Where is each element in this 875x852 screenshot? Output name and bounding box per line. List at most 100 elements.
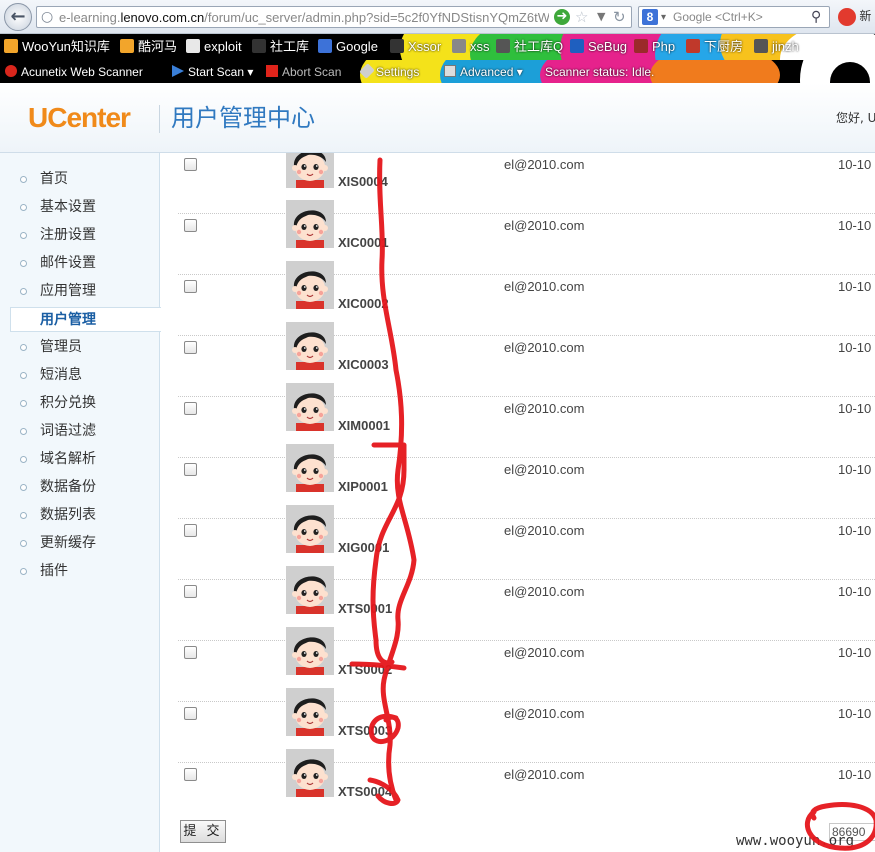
- row-checkbox[interactable]: [184, 463, 197, 476]
- go-arrow-icon[interactable]: ➜: [554, 9, 570, 25]
- bookmark-item[interactable]: exploit: [186, 38, 242, 56]
- chevron-down-icon[interactable]: ▾: [661, 10, 666, 25]
- sidebar-item-label: 数据备份: [40, 479, 96, 495]
- bookmark-item[interactable]: 下厨房: [686, 38, 743, 56]
- chevron-down-icon[interactable]: ▼: [597, 9, 605, 25]
- search-icon[interactable]: ⚲: [811, 8, 821, 26]
- bookmark-star-icon[interactable]: ☆: [575, 8, 588, 26]
- username[interactable]: XIP0001: [338, 479, 388, 495]
- sidebar-item-label: 应用管理: [40, 283, 96, 299]
- user-reg-date: 10-10: [838, 340, 872, 355]
- bookmark-item[interactable]: Php: [634, 38, 675, 56]
- bookmark-label: SeBug: [588, 39, 628, 54]
- bookmark-icon: [318, 39, 332, 53]
- username[interactable]: XIS0004: [338, 174, 388, 190]
- settings-button[interactable]: Settings: [359, 63, 419, 81]
- username[interactable]: XTS0002: [338, 662, 392, 678]
- user-email: el@2010.com: [504, 279, 585, 294]
- start-scan-button[interactable]: Start Scan ▾: [172, 63, 253, 81]
- sidebar-item[interactable]: 域名解析: [10, 447, 160, 472]
- row-checkbox[interactable]: [184, 768, 197, 781]
- url-input[interactable]: ○ e-learning.lenovo.com.cn/forum/uc_serv…: [36, 6, 632, 28]
- bullet-icon: [20, 260, 27, 267]
- sidebar-item[interactable]: 词语过滤: [10, 419, 160, 444]
- sidebar-item[interactable]: 首页: [10, 167, 160, 192]
- row-checkbox[interactable]: [184, 524, 197, 537]
- row-checkbox[interactable]: [184, 158, 197, 171]
- user-email: el@2010.com: [504, 401, 585, 416]
- row-checkbox[interactable]: [184, 402, 197, 415]
- user-avatar[interactable]: [286, 688, 334, 736]
- user-avatar[interactable]: [286, 505, 334, 553]
- ucenter-logo[interactable]: UCenter: [28, 100, 131, 136]
- abort-scan-button[interactable]: Abort Scan: [266, 63, 341, 81]
- bookmark-item[interactable]: Xssor: [390, 38, 441, 56]
- username[interactable]: XIC0002: [338, 296, 389, 312]
- acunetix-icon: [5, 65, 17, 77]
- user-avatar[interactable]: [286, 200, 334, 248]
- weibo-button[interactable]: 新: [838, 7, 871, 26]
- user-avatar[interactable]: [286, 153, 334, 188]
- bullet-icon: [20, 400, 27, 407]
- user-avatar[interactable]: [286, 749, 334, 797]
- bookmark-item[interactable]: xss: [452, 38, 490, 56]
- bookmark-icon: [754, 39, 768, 53]
- sidebar-item[interactable]: 应用管理: [10, 279, 160, 304]
- acunetix-button[interactable]: Acunetix Web Scanner: [5, 63, 143, 81]
- cartoon-face-icon: [286, 566, 334, 614]
- bookmark-item[interactable]: 酷河马: [120, 38, 177, 56]
- user-avatar[interactable]: [286, 261, 334, 309]
- username[interactable]: XIG0001: [338, 540, 389, 556]
- user-avatar[interactable]: [286, 322, 334, 370]
- username[interactable]: XIM0001: [338, 418, 390, 434]
- bookmark-item[interactable]: jinzh: [754, 38, 799, 56]
- username[interactable]: XTS0004: [338, 784, 392, 800]
- sidebar-item-label: 积分兑换: [40, 395, 96, 411]
- user-reg-date: 10-10: [838, 279, 872, 294]
- bookmark-label: 社工库Q: [514, 39, 564, 54]
- row-checkbox[interactable]: [184, 219, 197, 232]
- bookmark-label: exploit: [204, 39, 242, 54]
- sidebar-item[interactable]: 数据备份: [10, 475, 160, 500]
- submit-button[interactable]: 提 交: [180, 820, 226, 843]
- sidebar-item[interactable]: 短消息: [10, 363, 160, 388]
- cartoon-face-icon: [286, 505, 334, 553]
- bookmark-item[interactable]: 社工库: [252, 38, 309, 56]
- reload-icon[interactable]: ↻: [613, 7, 626, 27]
- sidebar-item[interactable]: 数据列表: [10, 503, 160, 528]
- sidebar-item[interactable]: 积分兑换: [10, 391, 160, 416]
- row-checkbox[interactable]: [184, 341, 197, 354]
- search-placeholder: Google <Ctrl+K>: [673, 10, 763, 24]
- bullet-icon: [20, 176, 27, 183]
- user-avatar[interactable]: [286, 444, 334, 492]
- bookmark-item[interactable]: WooYun知识库: [4, 38, 110, 56]
- row-checkbox[interactable]: [184, 280, 197, 293]
- user-row: XIM0001 el@2010.com 10-10: [178, 383, 875, 458]
- bookmark-item[interactable]: 社工库Q: [496, 38, 563, 56]
- sidebar-item[interactable]: 邮件设置: [10, 251, 160, 276]
- row-checkbox[interactable]: [184, 646, 197, 659]
- bookmark-icon: [4, 39, 18, 53]
- username[interactable]: XTS0001: [338, 601, 392, 617]
- username[interactable]: XTS0003: [338, 723, 392, 739]
- user-avatar[interactable]: [286, 627, 334, 675]
- search-input[interactable]: 8 ▾ Google <Ctrl+K> ⚲: [638, 6, 830, 28]
- user-row: XTS0001 el@2010.com 10-10: [178, 566, 875, 641]
- sidebar-item[interactable]: 插件: [10, 559, 160, 584]
- google-engine-icon[interactable]: 8: [642, 9, 658, 25]
- row-checkbox[interactable]: [184, 707, 197, 720]
- row-checkbox[interactable]: [184, 585, 197, 598]
- bookmark-item[interactable]: SeBug: [570, 38, 627, 56]
- user-avatar[interactable]: [286, 566, 334, 614]
- sidebar-item[interactable]: 基本设置: [10, 195, 160, 220]
- sidebar-item[interactable]: 更新缓存: [10, 531, 160, 556]
- user-avatar[interactable]: [286, 383, 334, 431]
- username[interactable]: XIC0003: [338, 357, 389, 373]
- bookmark-item[interactable]: Google: [318, 38, 378, 56]
- sidebar-item[interactable]: 用户管理: [10, 307, 161, 332]
- sidebar-item[interactable]: 管理员: [10, 335, 160, 360]
- username[interactable]: XIC0001: [338, 235, 389, 251]
- advanced-button[interactable]: Advanced ▾: [444, 63, 523, 81]
- sidebar-item[interactable]: 注册设置: [10, 223, 160, 248]
- back-arrow-icon[interactable]: ←: [4, 3, 32, 31]
